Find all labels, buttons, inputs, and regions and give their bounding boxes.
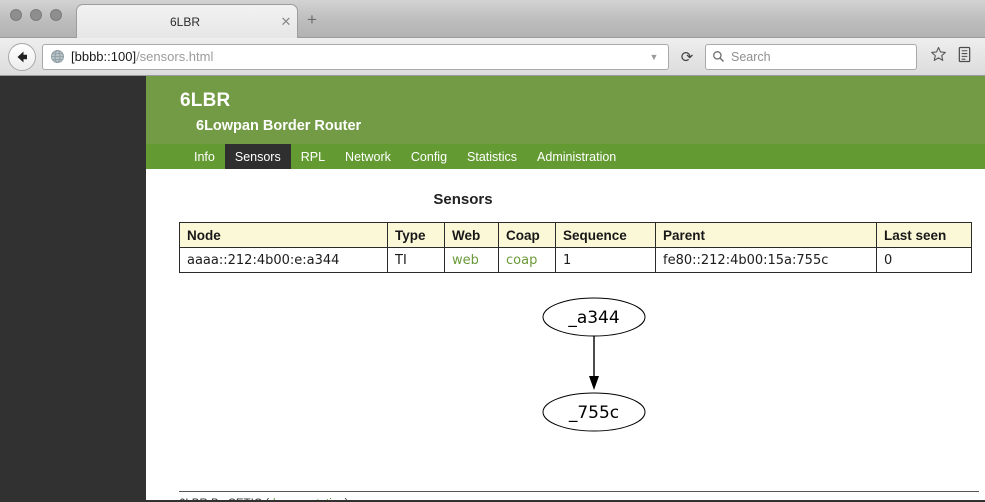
nav-item-rpl[interactable]: RPL [291,144,335,169]
bookmark-star-icon[interactable] [925,46,951,68]
documentation-link[interactable]: documentation [269,498,344,500]
web-link[interactable]: web [452,253,479,268]
search-input[interactable]: Search [705,43,917,70]
cell-parent: fe80::212:4b00:15a:755c [655,247,877,273]
list-icon [958,46,970,62]
globe-icon [51,50,64,63]
graph-node-label: _a344 [567,308,619,328]
footer-credit-prefix: 6LBR By CETIC ( [179,498,269,500]
cell-sequence: 1 [555,247,656,273]
topology-graph: _a344 _755c [146,291,985,446]
cell-coap: coap [498,247,556,273]
address-bar[interactable]: [bbbb::100]/sensors.html ▼ [42,43,669,70]
reload-icon[interactable]: ⟳ [675,48,699,66]
reading-list-icon[interactable] [951,46,977,68]
column-header-coap: Coap [498,222,556,248]
browser-window: 6LBR ✕ + [bbbb::100]/sensors.html ▼ ⟳ Se… [0,0,985,502]
star-icon [930,46,946,61]
minimize-window-button[interactable] [30,9,42,21]
site-title: 6LBR [180,90,231,111]
nav-item-sensors[interactable]: Sensors [224,144,291,169]
maximize-window-button[interactable] [50,9,62,21]
back-button[interactable] [8,42,36,71]
browser-toolbar: [bbbb::100]/sensors.html ▼ ⟳ Search [0,38,985,76]
footer-credit: 6LBR By CETIC (documentation) [179,498,985,500]
nav-item-network[interactable]: Network [335,144,401,169]
cell-type: TI [387,247,445,273]
close-icon[interactable]: ✕ [275,15,297,28]
tab-strip: 6LBR ✕ + [0,0,985,38]
site-header: 6LBR 6Lowpan Border Router [146,76,985,144]
column-header-web: Web [444,222,499,248]
column-header-last-seen: Last seen [876,222,972,248]
graph-node-755c: _755c [542,392,646,432]
graph-svg: _a344 _755c [542,297,646,432]
tab-title: 6LBR [169,14,201,29]
nav-item-info[interactable]: Info [184,144,225,169]
page-content: Sensors Node Type Web Coap Sequence Pare… [146,191,985,500]
page-title: Sensors [433,191,493,208]
coap-link[interactable]: coap [506,253,537,268]
new-tab-icon[interactable]: + [300,10,324,32]
column-header-type: Type [387,222,445,248]
column-header-node: Node [179,222,388,248]
nav-item-config[interactable]: Config [401,144,457,169]
graph-node-label: _755c [568,403,619,423]
sensors-table: Node Type Web Coap Sequence Parent Last … [179,222,972,273]
browser-tab[interactable]: 6LBR ✕ [76,4,298,38]
web-page: 6LBR 6Lowpan Border Router Info Sensors … [146,76,985,500]
url-text: [bbbb::100]/sensors.html [71,49,644,64]
site-nav: Info Sensors RPL Network Config Statisti… [146,144,985,169]
page-viewport: 6LBR 6Lowpan Border Router Info Sensors … [0,76,985,500]
page-footer: 6LBR By CETIC (documentation) This page … [179,491,985,500]
back-arrow-icon [17,51,27,62]
cell-web: web [444,247,499,273]
site-subtitle: 6Lowpan Border Router [196,118,362,134]
graph-node-a344: _a344 [542,297,646,337]
url-path: /sensors.html [136,49,214,64]
table-header-row: Node Type Web Coap Sequence Parent Last … [179,222,972,248]
window-controls[interactable] [10,9,62,21]
nav-item-administration[interactable]: Administration [527,144,626,169]
search-icon [713,51,725,63]
cell-node: aaaa::212:4b00:e:a344 [179,247,388,273]
nav-item-statistics[interactable]: Statistics [457,144,527,169]
footer-divider [179,491,979,492]
chevron-down-icon[interactable]: ▼ [644,52,664,62]
table-row: aaaa::212:4b00:e:a344 TI web coap 1 fe80… [179,247,972,273]
close-window-button[interactable] [10,9,22,21]
column-header-parent: Parent [655,222,877,248]
url-host: [bbbb::100] [71,49,137,64]
search-placeholder: Search [731,49,771,64]
graph-edge-a344-755c [589,336,599,390]
column-header-sequence: Sequence [555,222,656,248]
cell-last-seen: 0 [876,247,972,273]
footer-credit-suffix: ) [345,498,349,500]
